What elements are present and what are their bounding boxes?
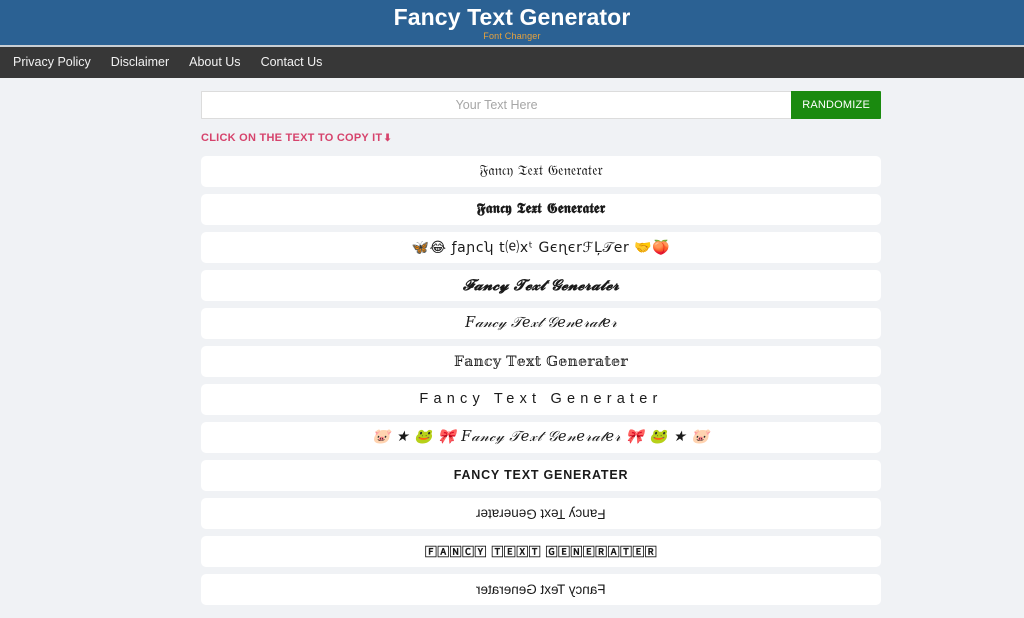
result-row-squared[interactable]: 🄵🄰🄽🄲🅈 🅃🄴🅇🅃 🄶🄴🄽🄴🅁🄰🅃🄴🅁 [201,536,881,567]
result-row-double-struck[interactable]: 𝔽𝕒𝕟𝕔𝕪 𝕋𝕖𝕩𝕥 𝔾𝕖𝕟𝕖𝕣𝕒𝕥𝕖𝕣 [201,346,881,377]
result-row-upside-down[interactable]: Fancy Text Generater [201,498,881,529]
nav-item-privacy-policy[interactable]: Privacy Policy [3,47,101,78]
result-text: 𝔉𝔞𝔫𝔠𝔶 𝔗𝔢𝔵𝔱 𝔊𝔢𝔫𝔢𝔯𝔞𝔱𝔢𝔯 [479,163,603,180]
result-row-script[interactable]: 𝐹𝒶𝓃𝒸𝓎 𝒯𝑒𝓍𝓉 𝒢𝑒𝓃𝑒𝓇𝒶𝓉𝑒𝓇 [201,308,881,339]
randomize-button[interactable]: RANDOMIZE [791,91,881,119]
result-row-fraktur[interactable]: 𝔉𝔞𝔫𝔠𝔶 𝔗𝔢𝔵𝔱 𝔊𝔢𝔫𝔢𝔯𝔞𝔱𝔢𝔯 [201,156,881,187]
down-arrow-icon: ⬇ [383,133,393,144]
result-row-emoji-mixed[interactable]: 🦋😂 ƒaɲcʮ t⒠xᵗ GєɳєrℱĻ𝒯er 🤝🍑 [201,232,881,263]
results-list: 𝔉𝔞𝔫𝔠𝔶 𝔗𝔢𝔵𝔱 𝔊𝔢𝔫𝔢𝔯𝔞𝔱𝔢𝔯 𝕱𝖆𝖓𝖈𝖞 𝕿𝖊𝖝𝖙 𝕲𝖊𝖓𝖊𝖗𝖆𝖙𝖊… [201,156,881,605]
result-text: 🄵🄰🄽🄲🅈 🅃🄴🅇🅃 🄶🄴🄽🄴🅁🄰🅃🄴🅁 [424,544,658,559]
result-text: Fancy Text Generater [419,391,663,408]
nav-item-about-us[interactable]: About Us [179,47,250,78]
page-subtitle: Font Changer [483,31,541,41]
result-row-spaced[interactable]: Fancy Text Generater [201,384,881,415]
result-text: 𝐹𝒶𝓃𝒸𝓎 𝒯𝑒𝓍𝓉 𝒢𝑒𝓃𝑒𝓇𝒶𝓉𝑒𝓇 [465,315,617,332]
result-text: 𝓕𝓪𝓷𝓬𝔂 𝓣𝓮𝔁𝓽 𝓖𝓮𝓷𝓮𝓻𝓪𝓽𝓮𝓻 [462,276,620,294]
nav-item-disclaimer[interactable]: Disclaimer [101,47,179,78]
text-input[interactable] [201,91,792,119]
main-content: RANDOMIZE CLICK ON THE TEXT TO COPY IT⬇ … [0,78,1024,605]
main-navigation: Privacy Policy Disclaimer About Us Conta… [0,47,1024,78]
result-text: 🦋😂 ƒaɲcʮ t⒠xᵗ GєɳєrℱĻ𝒯er 🤝🍑 [411,239,671,256]
nav-item-contact-us[interactable]: Contact Us [251,47,333,78]
result-text: 𝕱𝖆𝖓𝖈𝖞 𝕿𝖊𝖝𝖙 𝕲𝖊𝖓𝖊𝖗𝖆𝖙𝖊𝖗 [476,200,606,218]
result-row-mirrored[interactable]: Fancy Text Generater [201,574,881,605]
site-header: Fancy Text Generator Font Changer [0,0,1024,47]
copy-hint-label: CLICK ON THE TEXT TO COPY IT [201,132,383,144]
result-row-decorated-script[interactable]: 🐷 ★ 🐸 🎀 𝐹𝒶𝓃𝒸𝓎 𝒯𝑒𝓍𝓉 𝒢𝑒𝓃𝑒𝓇𝒶𝓉𝑒𝓇 🎀 🐸 ★ 🐷 [201,422,881,453]
result-row-fraktur-bold[interactable]: 𝕱𝖆𝖓𝖈𝖞 𝕿𝖊𝖝𝖙 𝕲𝖊𝖓𝖊𝖗𝖆𝖙𝖊𝖗 [201,194,881,225]
result-text: Fancy Text Generater [476,506,606,522]
text-input-row: RANDOMIZE [201,91,881,119]
result-row-script-bold[interactable]: 𝓕𝓪𝓷𝓬𝔂 𝓣𝓮𝔁𝓽 𝓖𝓮𝓷𝓮𝓻𝓪𝓽𝓮𝓻 [201,270,881,301]
result-text: Fancy Text Generater [476,581,606,597]
result-text: FANCY TEXT GENERATER [453,468,629,483]
result-text: 𝔽𝕒𝕟𝕔𝕪 𝕋𝕖𝕩𝕥 𝔾𝕖𝕟𝕖𝕣𝕒𝕥𝕖𝕣 [453,353,629,370]
copy-hint: CLICK ON THE TEXT TO COPY IT⬇ [201,132,1024,145]
result-row-small-caps[interactable]: FANCY TEXT GENERATER [201,460,881,491]
result-text: 🐷 ★ 🐸 🎀 𝐹𝒶𝓃𝒸𝓎 𝒯𝑒𝓍𝓉 𝒢𝑒𝓃𝑒𝓇𝒶𝓉𝑒𝓇 🎀 🐸 ★ 🐷 [372,429,710,446]
page-title: Fancy Text Generator [393,4,631,30]
